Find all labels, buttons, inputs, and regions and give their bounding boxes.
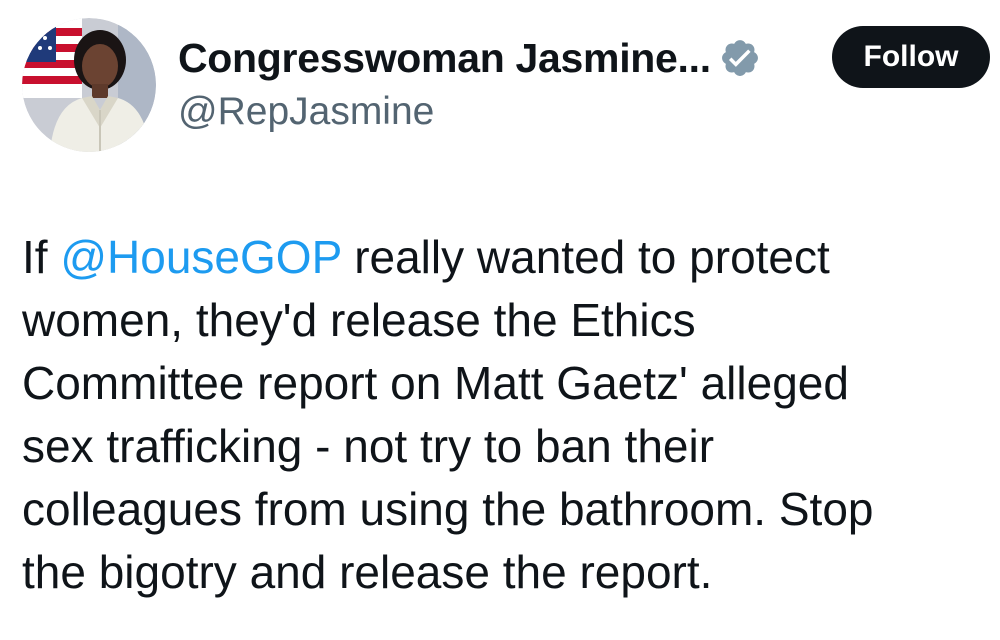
tweet-line-3: Committee report on Matt Gaetz' alleged [22, 357, 849, 409]
profile-photo-icon [22, 18, 156, 152]
follow-button[interactable]: Follow [832, 26, 990, 88]
verified-badge-icon[interactable] [719, 37, 761, 79]
tweet-line-2: women, they'd release the Ethics [22, 294, 696, 346]
tweet-text: If @HouseGOP really wanted to protect wo… [22, 226, 982, 604]
mention-link-housegop[interactable]: @HouseGOP [60, 231, 341, 283]
tweet-text-segment: really wanted to protect [341, 231, 830, 283]
avatar[interactable] [22, 18, 156, 152]
tweet-line-4: sex trafficking - not try to ban their [22, 420, 715, 472]
tweet-header: Congresswoman Jasmine... @RepJasmine Fol… [22, 18, 990, 154]
tweet-text-segment: If [22, 231, 61, 283]
display-name-row: Congresswoman Jasmine... [178, 34, 761, 82]
tweet-line-6: the bigotry and release the report. [22, 546, 713, 598]
author-handle[interactable]: @RepJasmine [178, 90, 434, 134]
display-name[interactable]: Congresswoman Jasmine... [178, 35, 711, 82]
tweet-line-1: If @HouseGOP really wanted to protect [22, 226, 982, 289]
tweet-line-5: colleagues from using the bathroom. Stop [22, 483, 874, 535]
